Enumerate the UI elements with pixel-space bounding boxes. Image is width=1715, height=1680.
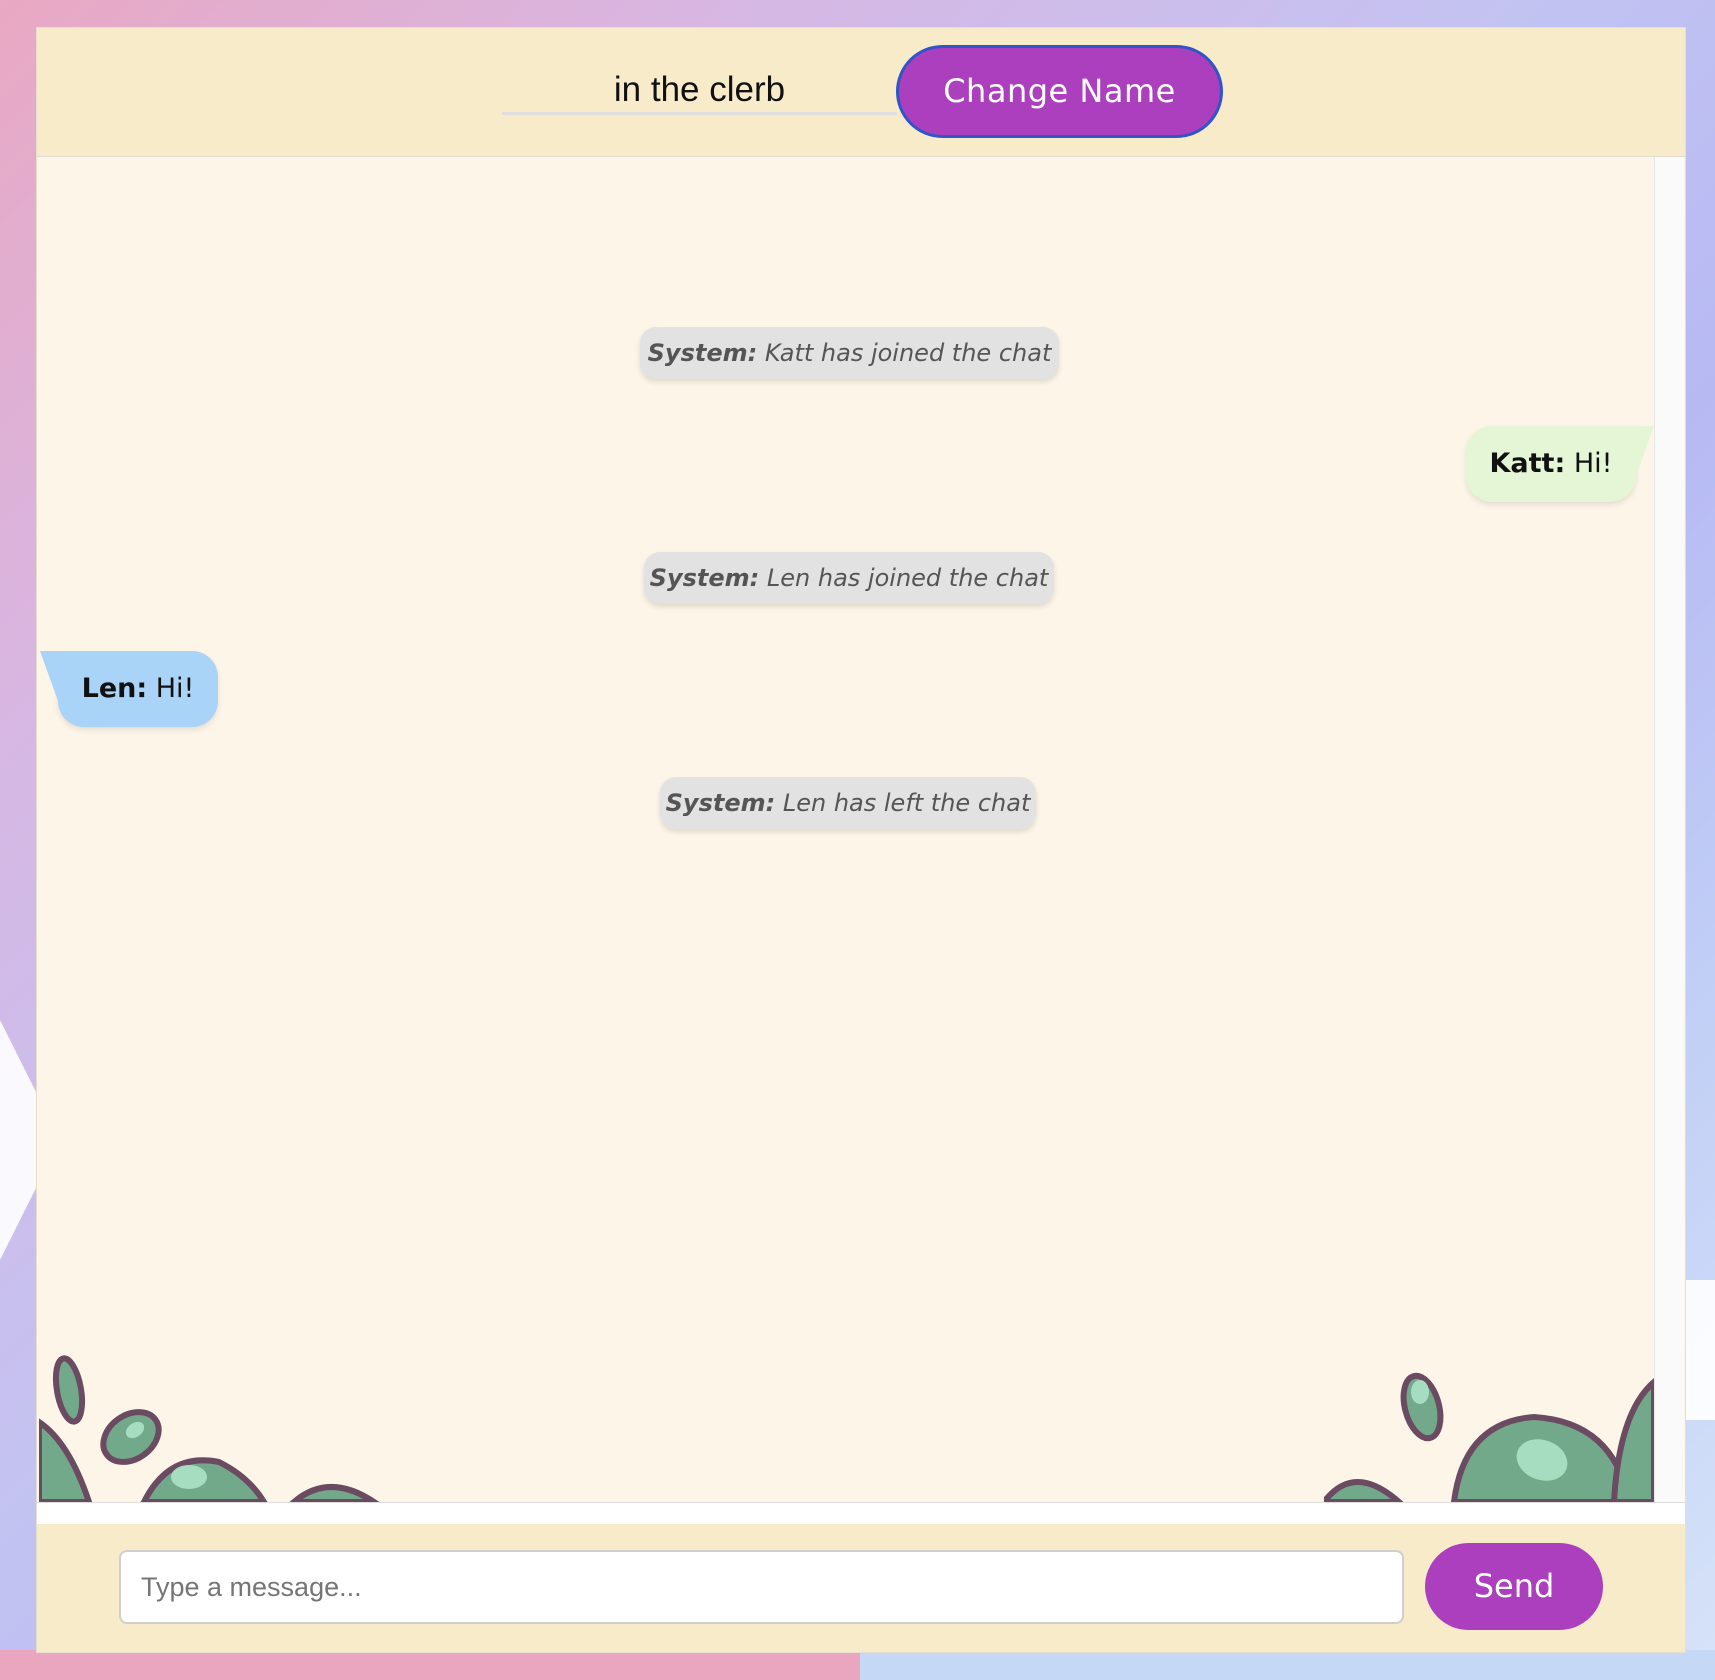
change-name-button[interactable]: Change Name <box>896 45 1223 138</box>
plant-decoration-right <box>1324 1372 1654 1502</box>
chat-header: in the clerb Change Name <box>37 28 1685 157</box>
chat-app: in the clerb Change Name System: Katt ha… <box>37 28 1685 1652</box>
message-text: Hi! <box>1573 448 1613 479</box>
send-button[interactable]: Send <box>1425 1543 1603 1630</box>
message-text: Hi! <box>155 673 195 704</box>
plant-decoration-left <box>39 1355 380 1502</box>
message-text: Katt has joined the chat <box>764 339 1052 367</box>
message-text: Len has left the chat <box>782 789 1031 817</box>
chat-message-other: Len: Hi! <box>40 651 218 727</box>
message-composer: Send <box>37 1524 1685 1652</box>
message-sender: System: <box>649 564 760 592</box>
system-message: System: Len has left the chat <box>660 777 1036 829</box>
message-text: Len has joined the chat <box>766 564 1049 592</box>
system-message: System: Len has joined the chat <box>644 552 1054 604</box>
username-display[interactable]: in the clerb <box>502 68 897 115</box>
background-shape <box>860 1650 1715 1680</box>
message-list: System: Katt has joined the chat Katt: H… <box>39 157 1654 1502</box>
message-sender: System: <box>647 339 758 367</box>
chat-message-self: Katt: Hi! <box>1466 426 1654 502</box>
message-sender: Len: <box>81 673 148 704</box>
message-sender: Katt: <box>1489 448 1566 479</box>
message-input[interactable] <box>119 1550 1404 1624</box>
divider <box>37 1502 1685 1525</box>
message-sender: System: <box>665 789 776 817</box>
system-message: System: Katt has joined the chat <box>640 327 1059 379</box>
background-shape <box>0 1650 860 1680</box>
scrollbar[interactable] <box>1654 157 1684 1502</box>
